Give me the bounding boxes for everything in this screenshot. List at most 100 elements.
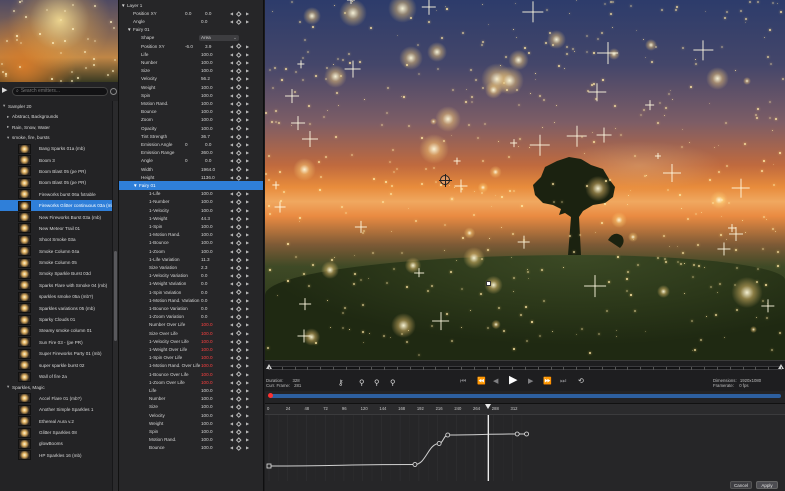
playback-range-track[interactable] — [269, 394, 781, 398]
parameter-value-y[interactable]: 0.0 — [205, 142, 219, 147]
parameter-value[interactable]: 44.3 — [201, 216, 219, 221]
next-key-icon[interactable]: ▶ — [246, 224, 249, 229]
parameter-value[interactable]: 100.0 — [201, 232, 219, 237]
keyframe-icon[interactable] — [236, 10, 242, 16]
parameter-row[interactable]: Width 1964.0 ◀ ▶ — [119, 165, 263, 173]
parameter-row[interactable]: 1-Weight 44.3 ◀ ▶ — [119, 214, 263, 222]
parameter-row[interactable]: Size 100.0 ◀ ▶ — [119, 403, 263, 411]
next-key-icon[interactable]: ▶ — [246, 142, 249, 147]
previous-key-icon[interactable]: ◀ — [230, 445, 233, 450]
keyframe-icon[interactable] — [236, 240, 242, 246]
disclosure-triangle-icon[interactable]: ▼ — [133, 183, 138, 188]
keyframe-icon[interactable] — [236, 388, 242, 393]
step-back-button[interactable]: ◀ — [493, 377, 498, 387]
keyframe-icon[interactable] — [236, 445, 242, 451]
parameter-row[interactable]: 1-Velocity 100.0 ◀ ▶ — [119, 206, 263, 214]
next-key-icon[interactable]: ▶ — [246, 60, 249, 65]
keyframe-icon[interactable] — [236, 248, 242, 254]
keyframe-icon[interactable] — [236, 51, 242, 57]
next-key-icon[interactable]: ▶ — [246, 396, 249, 401]
parameter-row[interactable]: 1-Number 100.0 ◀ ▶ — [119, 198, 263, 206]
parameter-value[interactable]: 0.0 — [201, 306, 219, 311]
parameter-row[interactable]: Zoom 100.0 ◀ ▶ — [119, 116, 263, 124]
previous-key-icon[interactable]: ◀ — [230, 249, 233, 254]
keyframe-icon[interactable] — [236, 84, 242, 90]
keyframe-icon[interactable] — [236, 133, 242, 139]
next-key-icon[interactable]: ▶ — [246, 257, 249, 262]
parameter-value[interactable]: 100.0 — [201, 117, 219, 122]
keyframe-icon[interactable] — [236, 256, 242, 262]
previous-key-icon[interactable]: ◀ — [230, 134, 233, 139]
parameter-value[interactable]: 2.3 — [201, 265, 219, 270]
next-key-icon[interactable]: ▶ — [246, 68, 249, 73]
parameter-value[interactable]: 0.0 — [201, 273, 219, 278]
curve-keyframe[interactable] — [266, 463, 272, 469]
keyframe-icon[interactable] — [236, 158, 242, 164]
emitter-list-item[interactable]: Steamy smoke column 01 — [0, 325, 112, 336]
previous-key-icon[interactable]: ◀ — [230, 388, 233, 393]
parameter-row[interactable]: Motion Rand. 100.0 ◀ ▶ — [119, 99, 263, 107]
previous-key-icon[interactable]: ◀ — [230, 109, 233, 114]
keyframe-icon[interactable] — [236, 142, 242, 147]
parameter-value[interactable]: 100.0 — [201, 101, 219, 106]
previous-key-icon[interactable]: ◀ — [230, 167, 233, 172]
clear-search-icon[interactable] — [110, 87, 117, 95]
parameter-value[interactable]: 36.7 — [201, 134, 219, 139]
parameter-row[interactable]: 1-Motion Rand. 100.0 ◀ ▶ — [119, 231, 263, 239]
next-key-icon[interactable]: ▶ — [246, 208, 249, 213]
next-key-icon[interactable]: ▶ — [246, 281, 249, 286]
parameter-row[interactable]: Angle 0 0.0 ◀ ▶ — [119, 157, 263, 165]
playhead-marker[interactable] — [485, 404, 492, 409]
tree-group[interactable]: ▾ Sampler 20 — [0, 101, 112, 112]
previous-key-icon[interactable]: ◀ — [230, 421, 233, 426]
parameter-value[interactable]: 100.0 — [201, 437, 219, 442]
keyframe-icon[interactable] — [236, 19, 242, 24]
parameter-row[interactable]: Weight 100.0 ◀ ▶ — [119, 83, 263, 91]
previous-key-icon[interactable]: ◀ — [230, 339, 233, 344]
keyframe-icon[interactable] — [236, 109, 242, 115]
next-key-icon[interactable]: ▶ — [246, 93, 249, 98]
previous-key-icon[interactable]: ◀ — [230, 85, 233, 90]
browser-scrollbar[interactable] — [112, 101, 118, 491]
parameter-value-x[interactable]: 0 — [185, 142, 199, 147]
previous-key-icon[interactable]: ◀ — [230, 52, 233, 57]
emitter-list-item[interactable]: Boom Blast 05 (pe PR) — [0, 177, 112, 188]
curve-keyframe[interactable] — [436, 441, 442, 446]
parameter-value[interactable]: 56.2 — [201, 76, 219, 81]
keyframe-icon[interactable] — [236, 76, 242, 82]
parameter-row[interactable]: Number 100.0 ◀ ▶ — [119, 395, 263, 403]
next-key-icon[interactable]: ▶ — [246, 52, 249, 57]
curve-graph[interactable] — [265, 415, 785, 481]
parameter-row[interactable]: Height 1136.0 ◀ ▶ — [119, 173, 263, 181]
parameter-row[interactable]: Velocity 100.0 ◀ ▶ — [119, 411, 263, 419]
parameter-row[interactable]: Size Over Life 100.0 ◀ ▶ — [119, 329, 263, 337]
previous-key-icon[interactable]: ◀ — [230, 175, 233, 180]
next-key-icon[interactable]: ▶ — [246, 109, 249, 114]
keyframe-icon[interactable] — [236, 265, 242, 270]
shape-select[interactable]: Area ⌄ — [199, 34, 239, 41]
parameter-value[interactable]: 0.0 — [201, 281, 219, 286]
previous-key-icon[interactable]: ◀ — [230, 76, 233, 81]
previous-key-icon[interactable]: ◀ — [230, 306, 233, 311]
keyframe-icon[interactable] — [236, 43, 242, 49]
next-key-icon[interactable]: ▶ — [246, 232, 249, 237]
parameter-value[interactable]: 100.0 — [201, 363, 219, 368]
next-key-icon[interactable]: ▶ — [246, 331, 249, 336]
emitter-list-item[interactable]: glowBooms — [0, 438, 112, 449]
parameter-value[interactable]: 100.0 — [201, 331, 219, 336]
parameter-row[interactable]: Motion Rand. 100.0 ◀ ▶ — [119, 436, 263, 444]
parameter-value[interactable]: 100.0 — [201, 93, 219, 98]
frame-ruler[interactable]: 0 24 48 72 96 120 144 168 192 216 240 264 288 312 — [265, 404, 785, 415]
next-key-icon[interactable]: ▶ — [246, 273, 249, 278]
parameter-value[interactable]: 100.0 — [201, 60, 219, 65]
layer-header[interactable]: ▼ Layer 1 — [119, 1, 263, 9]
next-key-icon[interactable]: ▶ — [246, 44, 249, 49]
previous-key-icon[interactable]: ◀ — [230, 199, 233, 204]
previous-key-icon[interactable]: ◀ — [230, 44, 233, 49]
playback-range-bar[interactable] — [265, 391, 785, 403]
emitter-list-item[interactable]: Ethereal Aura v.2 — [0, 415, 112, 427]
tree-group[interactable]: ▸ Abstract, Backgrounds — [0, 112, 112, 123]
parameter-row[interactable]: 1-Bounce 100.0 ◀ ▶ — [119, 239, 263, 247]
emitter-list-item[interactable]: Smoky Sparkle Burst 03d — [0, 268, 112, 279]
parameter-value[interactable]: 100.0 — [201, 224, 219, 229]
